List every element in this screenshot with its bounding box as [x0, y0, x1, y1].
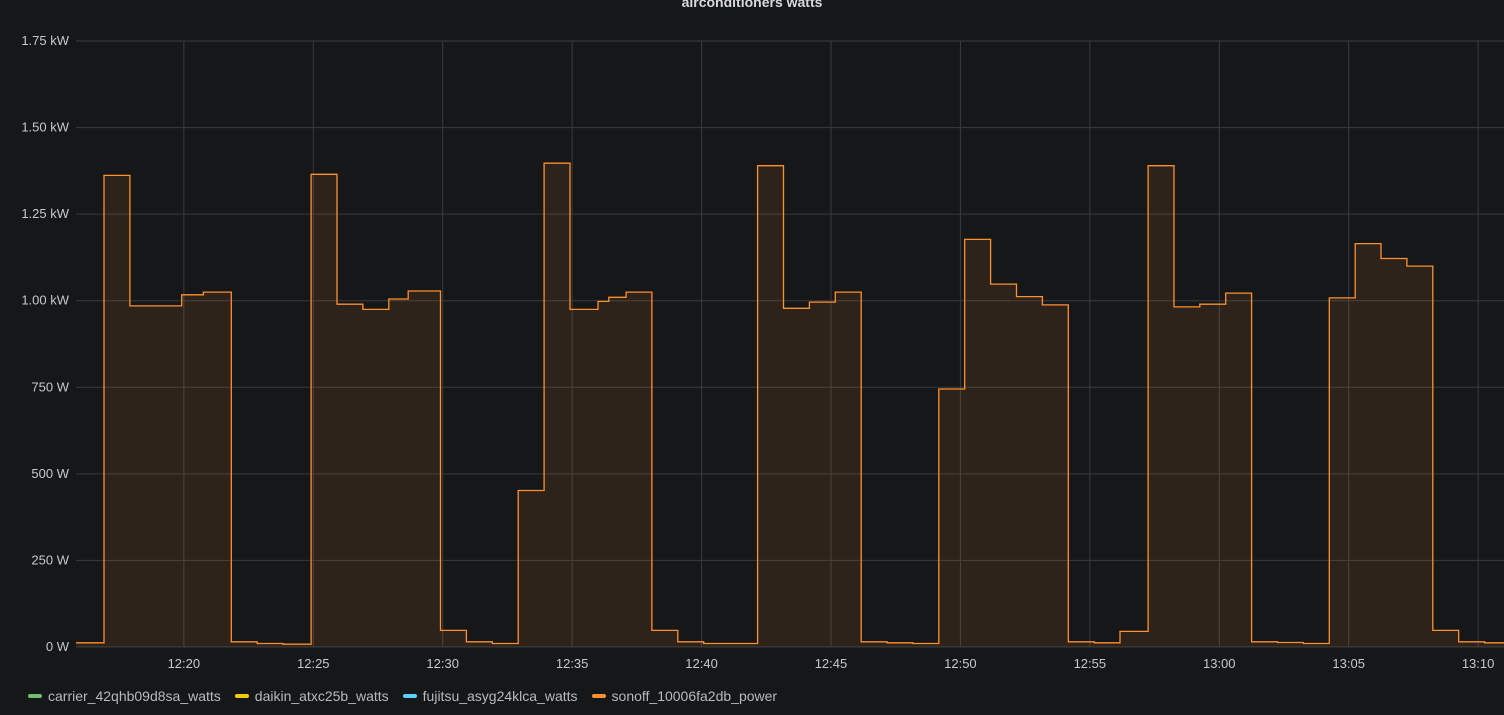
y-tick-label: 0 W [46, 639, 70, 654]
legend-swatch [234, 694, 249, 698]
legend-label: sonoff_10006fa2db_power [611, 688, 778, 704]
legend-swatch [28, 694, 42, 698]
x-tick-label: 12:35 [556, 656, 589, 671]
x-tick-label: 12:40 [685, 656, 718, 671]
x-tick-label: 12:50 [944, 656, 977, 671]
legend-item[interactable]: carrier_42qhb09d8sa_watts [28, 688, 221, 704]
y-tick-label: 750 W [31, 379, 69, 394]
x-tick-label: 13:00 [1203, 656, 1236, 671]
x-tick-label: 12:45 [815, 656, 848, 671]
series-area [76, 163, 1504, 647]
legend-item[interactable]: daikin_atxc25b_watts [234, 688, 389, 704]
graph-panel: airconditioners watts 0 W 250 W 500 W 750 W… [0, 0, 1504, 715]
y-tick-label: 500 W [31, 466, 69, 481]
chart-svg[interactable]: 0 W 250 W 500 W 750 W 1.00 kW 1.25 kW 1.50 kW 1… [0, 0, 1504, 680]
y-tick-label: 1.75 kW [21, 33, 69, 48]
y-tick-label: 1.50 kW [21, 120, 69, 135]
x-tick-label: 12:20 [168, 656, 201, 671]
legend-swatch [591, 694, 606, 698]
x-tick-label: 13:05 [1332, 656, 1365, 671]
y-tick-label: 1.00 kW [21, 293, 69, 308]
x-tick-label: 13:10 [1462, 656, 1495, 671]
x-tick-label: 12:25 [297, 656, 330, 671]
y-tick-label: 1.25 kW [21, 206, 69, 221]
legend-item[interactable]: sonoff_10006fa2db_power [591, 688, 778, 704]
legend-item[interactable]: fujitsu_asyg24klca_watts [402, 688, 578, 704]
x-tick-label: 12:55 [1074, 656, 1107, 671]
legend-label: carrier_42qhb09d8sa_watts [48, 688, 221, 704]
y-tick-label: 250 W [31, 552, 69, 567]
legend-label: fujitsu_asyg24klca_watts [422, 688, 578, 704]
legend-label: daikin_atxc25b_watts [254, 688, 389, 704]
legend-swatch [402, 694, 417, 698]
x-tick-label: 12:30 [426, 656, 459, 671]
legend: carrier_42qhb09d8sa_watts daikin_atxc25b_… [28, 688, 777, 704]
